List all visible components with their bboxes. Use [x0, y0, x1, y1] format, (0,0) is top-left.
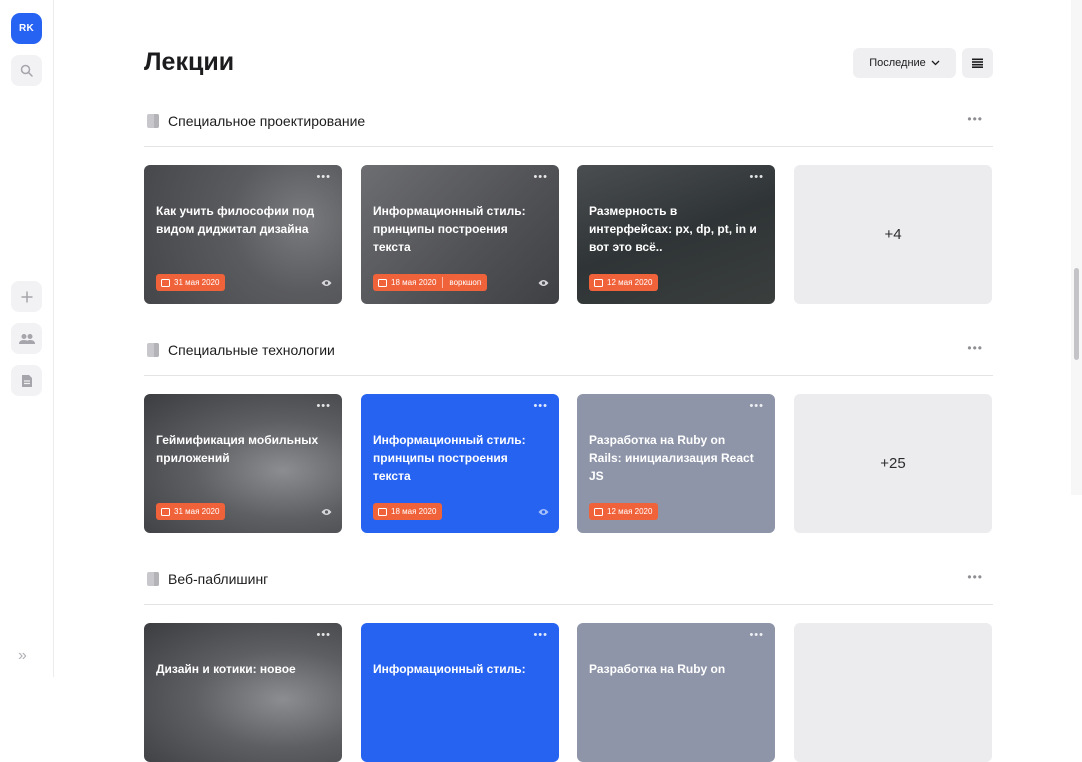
calendar-icon — [378, 278, 387, 287]
calendar-icon — [594, 278, 603, 287]
card-more-icon[interactable]: ••• — [316, 171, 331, 183]
more-lectures-card[interactable] — [794, 623, 992, 762]
lecture-card[interactable]: ••• Размерность в интерфейсах: px, dp, p… — [577, 165, 775, 304]
card-date: 12 мая 2020 — [607, 507, 653, 516]
sidebar: RK » — [0, 0, 54, 677]
scrollbar[interactable] — [1071, 0, 1082, 495]
card-type: воркшоп — [449, 278, 482, 287]
card-title: Как учить философии под видом диджитал д… — [156, 204, 315, 236]
card-date: 18 мая 2020 — [391, 507, 437, 516]
calendar-icon — [161, 278, 170, 287]
lecture-card[interactable]: ••• Информационный стиль: — [361, 623, 559, 762]
section-title[interactable]: Специальные технологии — [168, 342, 335, 358]
lecture-card[interactable]: ••• Разработка на Ruby on Rails: инициал… — [577, 394, 775, 533]
sort-dropdown[interactable]: Последние — [853, 48, 956, 78]
more-lectures-card[interactable]: +25 — [794, 394, 992, 533]
date-badge: 12 мая 2020 — [589, 503, 659, 520]
lecture-card[interactable]: ••• Информационный стиль: принципы постр… — [361, 394, 559, 533]
card-date: 31 мая 2020 — [174, 278, 220, 287]
card-date: 12 мая 2020 — [607, 278, 653, 287]
chevron-down-icon — [931, 60, 940, 66]
card-more-icon[interactable]: ••• — [749, 400, 764, 412]
calendar-icon — [594, 507, 603, 516]
main-content: Лекции Последние Специальное проектирова… — [144, 0, 993, 762]
card-title: Информационный стиль: — [373, 662, 526, 676]
more-lectures-card[interactable]: +4 — [794, 165, 992, 304]
sort-label: Последние — [869, 57, 926, 69]
section-title[interactable]: Специальное проектирование — [168, 113, 365, 129]
card-more-icon[interactable]: ••• — [533, 400, 548, 412]
search-icon — [20, 64, 33, 77]
more-count: +4 — [884, 226, 902, 243]
card-date: 31 мая 2020 — [174, 507, 220, 516]
card-more-icon[interactable]: ••• — [316, 400, 331, 412]
section-special-design: Специальное проектирование ••• ••• Как у… — [144, 111, 993, 304]
book-icon — [147, 114, 159, 128]
section-title[interactable]: Веб-паблишинг — [168, 571, 268, 587]
card-title: Дизайн и котики: новое — [156, 662, 296, 676]
card-more-icon[interactable]: ••• — [749, 171, 764, 183]
card-more-icon[interactable]: ••• — [749, 629, 764, 641]
lecture-card[interactable]: ••• Как учить философии под видом диджит… — [144, 165, 342, 304]
card-more-icon[interactable]: ••• — [316, 629, 331, 641]
more-icon[interactable]: ••• — [967, 112, 983, 126]
card-title: Информационный стиль: принципы построени… — [373, 204, 526, 254]
book-icon — [147, 572, 159, 586]
calendar-icon — [378, 507, 387, 516]
more-count: +25 — [880, 455, 906, 472]
lecture-card[interactable]: ••• Дизайн и котики: новое — [144, 623, 342, 762]
card-more-icon[interactable]: ••• — [533, 171, 548, 183]
book-icon — [147, 343, 159, 357]
lecture-card[interactable]: ••• Разработка на Ruby on — [577, 623, 775, 762]
section-header: Специальные технологии ••• — [144, 340, 993, 376]
date-badge: 31 мая 2020 — [156, 274, 226, 291]
card-title: Геймификация мобильных приложений — [156, 433, 319, 465]
card-title: Информационный стиль: принципы построени… — [373, 433, 526, 483]
card-title: Разработка на Ruby on — [589, 662, 726, 676]
page-title: Лекции — [144, 48, 235, 76]
more-icon[interactable]: ••• — [967, 341, 983, 355]
lecture-card[interactable]: ••• Геймификация мобильных приложений 31… — [144, 394, 342, 533]
section-special-tech: Специальные технологии ••• ••• Геймифика… — [144, 340, 993, 533]
calendar-icon — [161, 507, 170, 516]
section-web-publishing: Веб-паблишинг ••• ••• Дизайн и котики: н… — [144, 569, 993, 762]
eye-icon[interactable] — [321, 508, 332, 516]
date-badge: 31 мая 2020 — [156, 503, 226, 520]
avatar[interactable]: RK — [11, 13, 42, 44]
list-icon — [972, 58, 983, 68]
date-badge: 12 мая 2020 — [589, 274, 659, 291]
plus-icon — [21, 291, 32, 302]
section-header: Веб-паблишинг ••• — [144, 569, 993, 605]
date-badge: 18 мая 2020 воркшоп — [373, 274, 488, 291]
view-toggle-button[interactable] — [962, 48, 993, 78]
date-badge: 18 мая 2020 — [373, 503, 443, 520]
eye-icon[interactable] — [321, 279, 332, 287]
users-icon — [18, 333, 35, 344]
more-icon[interactable]: ••• — [967, 570, 983, 584]
scrollbar-thumb[interactable] — [1074, 268, 1079, 360]
card-date: 18 мая 2020 — [391, 278, 437, 287]
eye-icon[interactable] — [538, 508, 549, 516]
card-title: Размерность в интерфейсах: px, dp, pt, i… — [589, 204, 757, 254]
documents-button[interactable] — [11, 365, 42, 396]
add-button[interactable] — [11, 281, 42, 312]
search-button[interactable] — [11, 55, 42, 86]
card-more-icon[interactable]: ••• — [533, 629, 548, 641]
section-header: Специальное проектирование ••• — [144, 111, 993, 147]
lecture-card[interactable]: ••• Информационный стиль: принципы постр… — [361, 165, 559, 304]
document-icon — [21, 374, 32, 387]
users-button[interactable] — [11, 323, 42, 354]
eye-icon[interactable] — [538, 279, 549, 287]
expand-sidebar-icon[interactable]: » — [18, 647, 27, 665]
card-title: Разработка на Ruby on Rails: инициализац… — [589, 433, 754, 483]
